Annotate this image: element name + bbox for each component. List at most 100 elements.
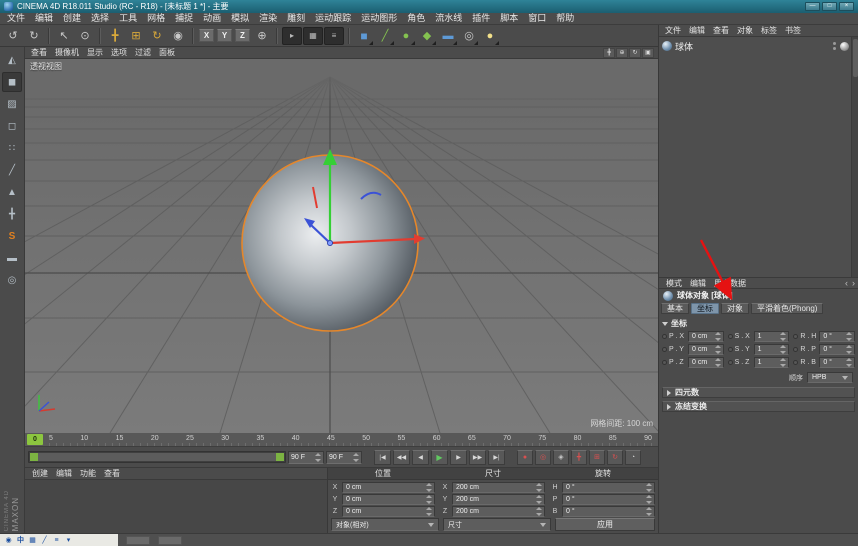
menu-motion-tracker[interactable]: 运动跟踪 — [310, 13, 356, 24]
am-menu-mode[interactable]: 模式 — [662, 278, 686, 289]
viewport-menu-panel[interactable]: 面板 — [155, 47, 179, 58]
keyboard-icon[interactable]: ▦ — [28, 535, 37, 545]
spinner-icon[interactable] — [780, 358, 786, 367]
object-manager-tree[interactable]: 球体 — [659, 37, 858, 277]
menu-render[interactable]: 渲染 — [254, 13, 282, 24]
menu-plugins[interactable]: 插件 — [467, 13, 495, 24]
edges-mode-icon[interactable]: ╱ — [2, 160, 22, 180]
rot-h-field[interactable]: 0 ° — [562, 482, 655, 493]
attr-rp-field[interactable]: 0 ° — [819, 344, 855, 355]
menu-mesh[interactable]: 网格 — [142, 13, 170, 24]
object-item-sphere[interactable]: 球体 — [662, 40, 849, 52]
solo-mode-icon[interactable]: ◎ — [2, 270, 22, 290]
keyframe-dot-icon[interactable] — [728, 347, 733, 352]
om-menu-objects[interactable]: 对象 — [733, 25, 757, 36]
timeline-playhead[interactable]: 0 — [27, 434, 43, 445]
tab-phong[interactable]: 平滑着色(Phong) — [751, 303, 823, 314]
attr-py-field[interactable]: 0 cm — [688, 344, 724, 355]
record-parameter-toggle[interactable]: ◔ — [625, 450, 641, 465]
attr-sy-field[interactable]: 1 — [754, 344, 790, 355]
menu-sculpt[interactable]: 雕刻 — [282, 13, 310, 24]
redo-button[interactable]: ↻ — [24, 26, 44, 46]
material-list-area[interactable] — [25, 480, 327, 533]
render-view-button[interactable]: ▸ — [282, 27, 302, 45]
size-z-field[interactable]: 200 cm — [452, 506, 545, 517]
spinner-icon[interactable] — [426, 495, 432, 504]
document-end-field[interactable]: 90 F — [326, 451, 362, 464]
close-button[interactable]: × — [839, 2, 854, 11]
viewport-3d-scene[interactable]: 网格间距: 100 cm — [25, 59, 658, 433]
range-start-handle[interactable] — [30, 453, 38, 461]
menu-mograph[interactable]: 运动图形 — [356, 13, 402, 24]
prev-frame-button[interactable]: ◀ — [412, 450, 429, 465]
preview-range-slider[interactable] — [28, 451, 286, 463]
menu-character[interactable]: 角色 — [402, 13, 430, 24]
menu-edit[interactable]: 编辑 — [30, 13, 58, 24]
material-menu-create[interactable]: 创建 — [28, 468, 52, 479]
order-dropdown[interactable]: HPB — [807, 372, 853, 383]
keyframe-dot-icon[interactable] — [662, 347, 667, 352]
material-menu-function[interactable]: 功能 — [76, 468, 100, 479]
freeze-transform-section-header[interactable]: 冻结变换 — [662, 401, 855, 412]
om-scrollbar-thumb[interactable] — [853, 39, 858, 77]
make-editable-icon[interactable]: ◭ — [2, 50, 22, 70]
am-menu-userdata[interactable]: 用户数据 — [710, 278, 750, 289]
attr-rh-field[interactable]: 0 ° — [819, 331, 855, 342]
language-globe-icon[interactable]: ◉ — [4, 535, 13, 545]
record-keyframe-button[interactable]: ● — [517, 450, 533, 465]
next-key-button[interactable]: ▶▶ — [469, 450, 486, 465]
attr-sx-field[interactable]: 1 — [754, 331, 790, 342]
record-position-toggle[interactable]: ╋ — [571, 450, 587, 465]
viewport-menu-display[interactable]: 显示 — [83, 47, 107, 58]
taskbar-button[interactable] — [158, 536, 182, 545]
add-generator-button[interactable]: ◆ — [417, 26, 437, 46]
menu-animate[interactable]: 动画 — [198, 13, 226, 24]
ime-chinese-icon[interactable]: 中 — [16, 535, 25, 545]
tab-object[interactable]: 对象 — [721, 303, 749, 314]
spinner-icon[interactable] — [646, 495, 652, 504]
om-menu-bookmarks[interactable]: 书签 — [781, 25, 805, 36]
render-settings-button[interactable]: ≡ — [324, 27, 344, 45]
spinner-icon[interactable] — [846, 358, 852, 367]
attr-px-field[interactable]: 0 cm — [688, 331, 724, 342]
spinner-icon[interactable] — [646, 483, 652, 492]
language-bar-collapse-icon[interactable]: ▾ — [64, 535, 73, 545]
rot-b-field[interactable]: 0 ° — [562, 506, 655, 517]
rotate-tool-button[interactable]: ↻ — [147, 26, 167, 46]
spinner-icon[interactable] — [536, 495, 542, 504]
spinner-icon[interactable] — [353, 453, 359, 462]
spinner-icon[interactable] — [536, 483, 542, 492]
om-menu-view[interactable]: 查看 — [709, 25, 733, 36]
undo-button[interactable]: ↺ — [3, 26, 23, 46]
am-menu-edit[interactable]: 编辑 — [686, 278, 710, 289]
ime-settings-icon[interactable]: ≡ — [52, 535, 61, 545]
phong-tag-icon[interactable] — [840, 42, 849, 51]
minimize-button[interactable]: — — [805, 2, 820, 11]
spinner-icon[interactable] — [536, 507, 542, 516]
menu-file[interactable]: 文件 — [2, 13, 30, 24]
spinner-icon[interactable] — [646, 507, 652, 516]
attr-rb-field[interactable]: 0 ° — [819, 357, 855, 368]
keyframe-dot-icon[interactable] — [728, 360, 733, 365]
spinner-icon[interactable] — [315, 453, 321, 462]
material-menu-view[interactable]: 查看 — [100, 468, 124, 479]
workplane-mode-icon[interactable]: ◻ — [2, 116, 22, 136]
menu-simulate[interactable]: 模拟 — [226, 13, 254, 24]
coordinates-section-header[interactable]: 坐标 — [662, 318, 855, 329]
menu-window[interactable]: 窗口 — [523, 13, 551, 24]
spinner-icon[interactable] — [846, 332, 852, 341]
spinner-icon[interactable] — [780, 345, 786, 354]
add-subdivision-button[interactable]: ● — [396, 26, 416, 46]
viewport-menu-view[interactable]: 查看 — [27, 47, 51, 58]
timeline-ruler[interactable]: 0 5 10 15 20 25 30 35 40 45 50 55 60 65 … — [25, 433, 658, 447]
polygons-mode-icon[interactable]: ▲ — [2, 182, 22, 202]
keyframe-dot-icon[interactable] — [793, 334, 798, 339]
spinner-icon[interactable] — [426, 507, 432, 516]
size-mode-dropdown[interactable]: 尺寸 — [443, 518, 551, 531]
lock-y-button[interactable]: Y — [217, 29, 232, 42]
keyframe-dot-icon[interactable] — [662, 360, 667, 365]
keyframe-dot-icon[interactable] — [728, 334, 733, 339]
keyframe-dot-icon[interactable] — [662, 334, 667, 339]
pos-y-field[interactable]: 0 cm — [342, 494, 435, 505]
model-mode-icon[interactable]: ◼ — [2, 72, 22, 92]
